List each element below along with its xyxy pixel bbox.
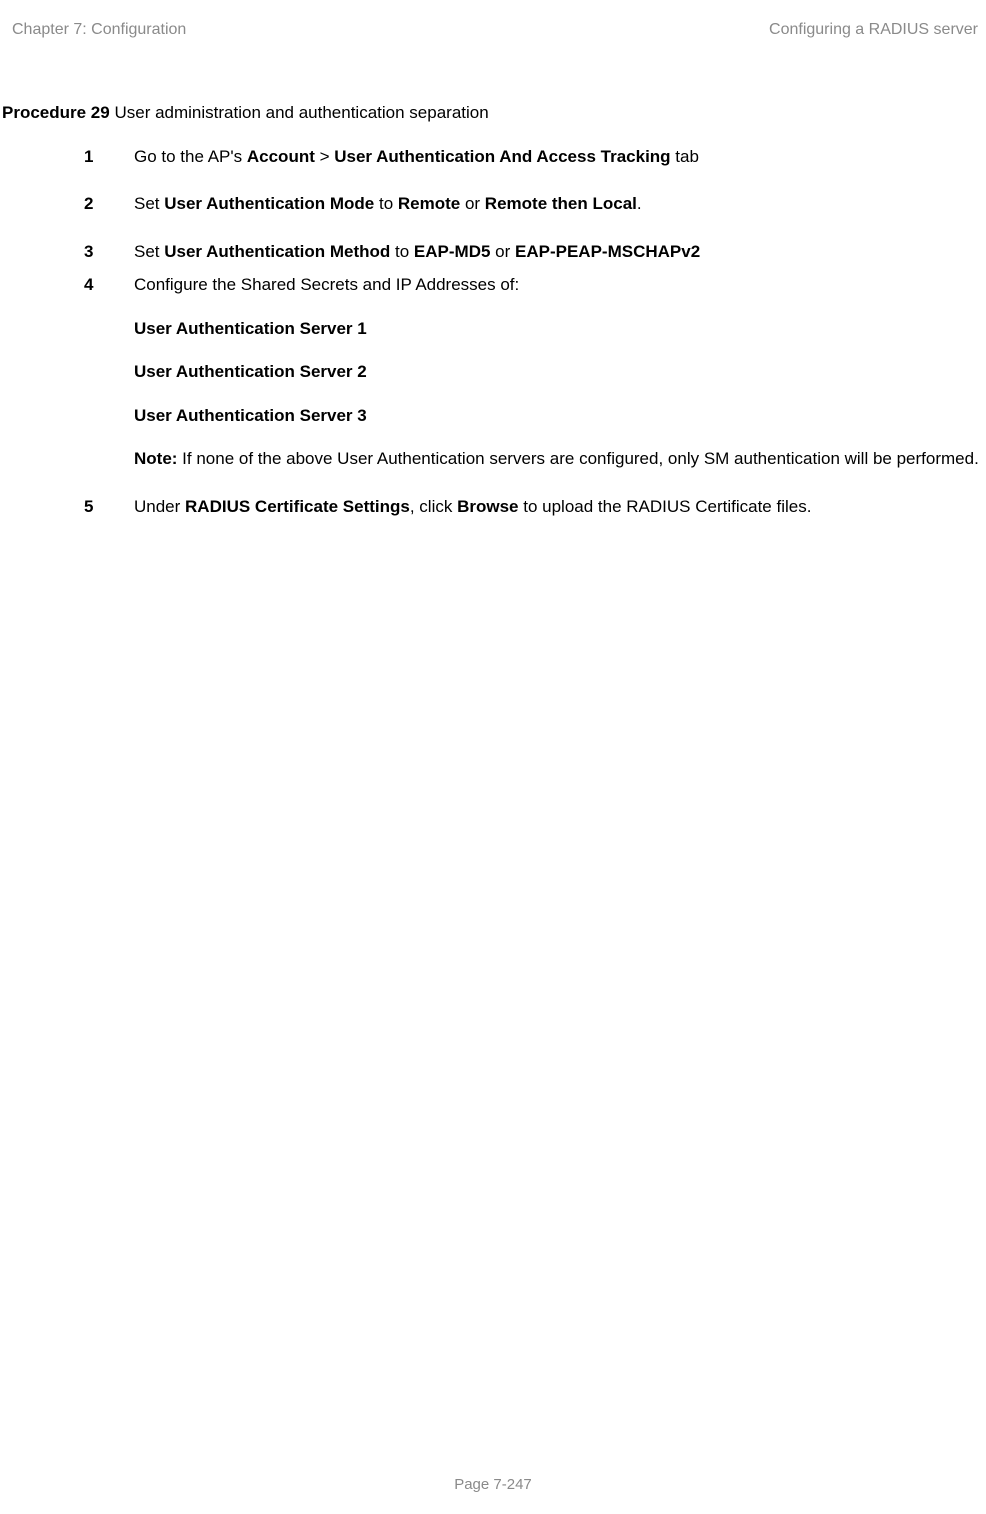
browse-label: Browse: [457, 497, 518, 516]
step-body: Set User Authentication Method to EAP-MD…: [134, 239, 986, 265]
remote-label: Remote: [398, 194, 460, 213]
header-right: Configuring a RADIUS server: [769, 18, 978, 42]
text: tab: [671, 147, 699, 166]
eap-peap-label: EAP-PEAP-MSCHAPv2: [515, 242, 700, 261]
text: >: [315, 147, 334, 166]
step-body: Configure the Shared Secrets and IP Addr…: [134, 272, 986, 472]
text: or: [460, 194, 485, 213]
step-number: 4: [84, 272, 134, 472]
note-text: If none of the above User Authentication…: [177, 449, 978, 468]
text: to: [390, 242, 414, 261]
step-5: 5 Under RADIUS Certificate Settings, cli…: [0, 494, 986, 520]
tab-label: User Authentication And Access Tracking: [334, 147, 670, 166]
text: .: [637, 194, 642, 213]
text: or: [490, 242, 515, 261]
text: to: [374, 194, 398, 213]
note-label: Note:: [134, 449, 177, 468]
step-number: 1: [84, 144, 134, 170]
text: Set: [134, 242, 164, 261]
uas2-label: User Authentication Server 2: [134, 359, 986, 385]
page-header: Chapter 7: Configuration Configuring a R…: [0, 18, 986, 42]
step-number: 5: [84, 494, 134, 520]
text: Configure the Shared Secrets and IP Addr…: [134, 272, 986, 298]
uas1-label: User Authentication Server 1: [134, 316, 986, 342]
mode-label: User Authentication Mode: [164, 194, 374, 213]
step-body: Under RADIUS Certificate Settings, click…: [134, 494, 986, 520]
text: Set: [134, 194, 164, 213]
step-3: 3 Set User Authentication Method to EAP-…: [0, 239, 986, 265]
text: Under: [134, 497, 185, 516]
eap-md5-label: EAP-MD5: [414, 242, 491, 261]
procedure-title: Procedure 29 User administration and aut…: [0, 100, 986, 126]
step-number: 2: [84, 191, 134, 217]
uas3-label: User Authentication Server 3: [134, 403, 986, 429]
text: Go to the AP's: [134, 147, 247, 166]
page-footer: Page 7-247: [0, 1474, 986, 1497]
step-body: Go to the AP's Account > User Authentica…: [134, 144, 986, 170]
step-1: 1 Go to the AP's Account > User Authenti…: [0, 144, 986, 170]
text: , click: [410, 497, 457, 516]
procedure-text: User administration and authentication s…: [110, 103, 489, 122]
note: Note: If none of the above User Authenti…: [134, 446, 986, 472]
rcs-label: RADIUS Certificate Settings: [185, 497, 410, 516]
remote-then-local-label: Remote then Local: [485, 194, 637, 213]
header-left: Chapter 7: Configuration: [12, 18, 186, 42]
text: to upload the RADIUS Certificate files.: [519, 497, 812, 516]
method-label: User Authentication Method: [164, 242, 390, 261]
step-4: 4 Configure the Shared Secrets and IP Ad…: [0, 272, 986, 472]
procedure-label: Procedure 29: [2, 103, 110, 122]
step-body: Set User Authentication Mode to Remote o…: [134, 191, 986, 217]
step-2: 2 Set User Authentication Mode to Remote…: [0, 191, 986, 217]
account-label: Account: [247, 147, 315, 166]
step-number: 3: [84, 239, 134, 265]
